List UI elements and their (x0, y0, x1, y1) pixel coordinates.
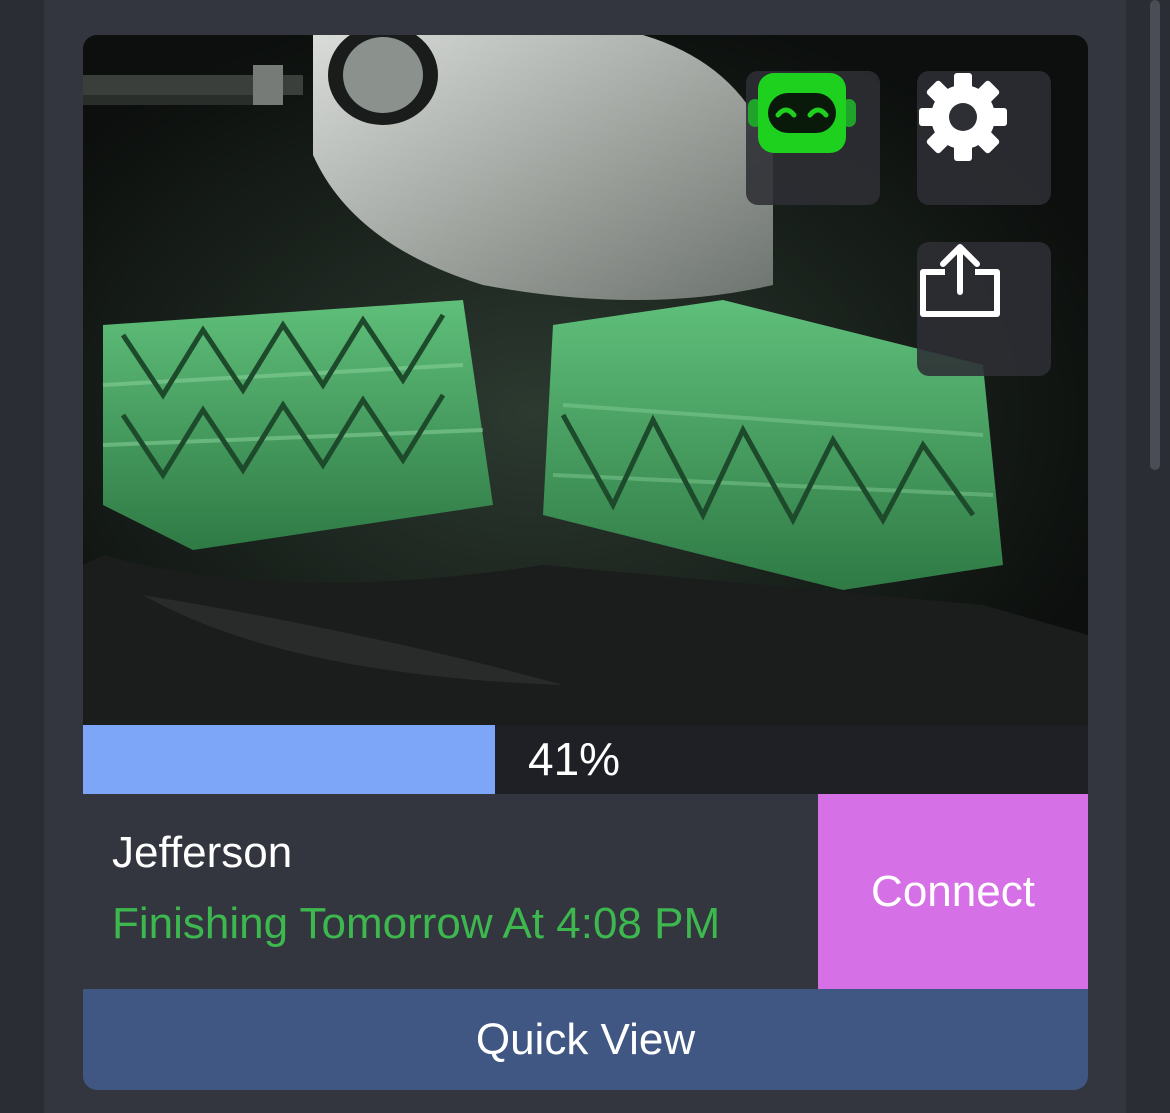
print-progress-bar: 41% (83, 725, 1088, 794)
robot-button[interactable] (746, 71, 880, 205)
connect-button[interactable]: Connect (818, 794, 1088, 989)
scrollbar[interactable] (1150, 0, 1160, 470)
camera-feed (83, 35, 1088, 725)
gear-icon (919, 73, 1007, 161)
quick-view-button[interactable]: Quick View (83, 989, 1088, 1090)
printer-info: Jefferson Finishing Tomorrow At 4:08 PM (83, 794, 818, 989)
app-background: 41% Jefferson Finishing Tomorrow At 4:08… (0, 0, 1170, 1113)
settings-button[interactable] (917, 71, 1051, 205)
robot-icon (748, 73, 856, 153)
progress-label: 41% (528, 733, 621, 785)
share-icon (920, 244, 1000, 317)
progress-fill (83, 725, 496, 794)
printer-name: Jefferson (112, 828, 293, 877)
share-button[interactable] (917, 242, 1051, 376)
printer-card: 41% Jefferson Finishing Tomorrow At 4:08… (83, 35, 1088, 1090)
print-status: Finishing Tomorrow At 4:08 PM (112, 899, 721, 948)
